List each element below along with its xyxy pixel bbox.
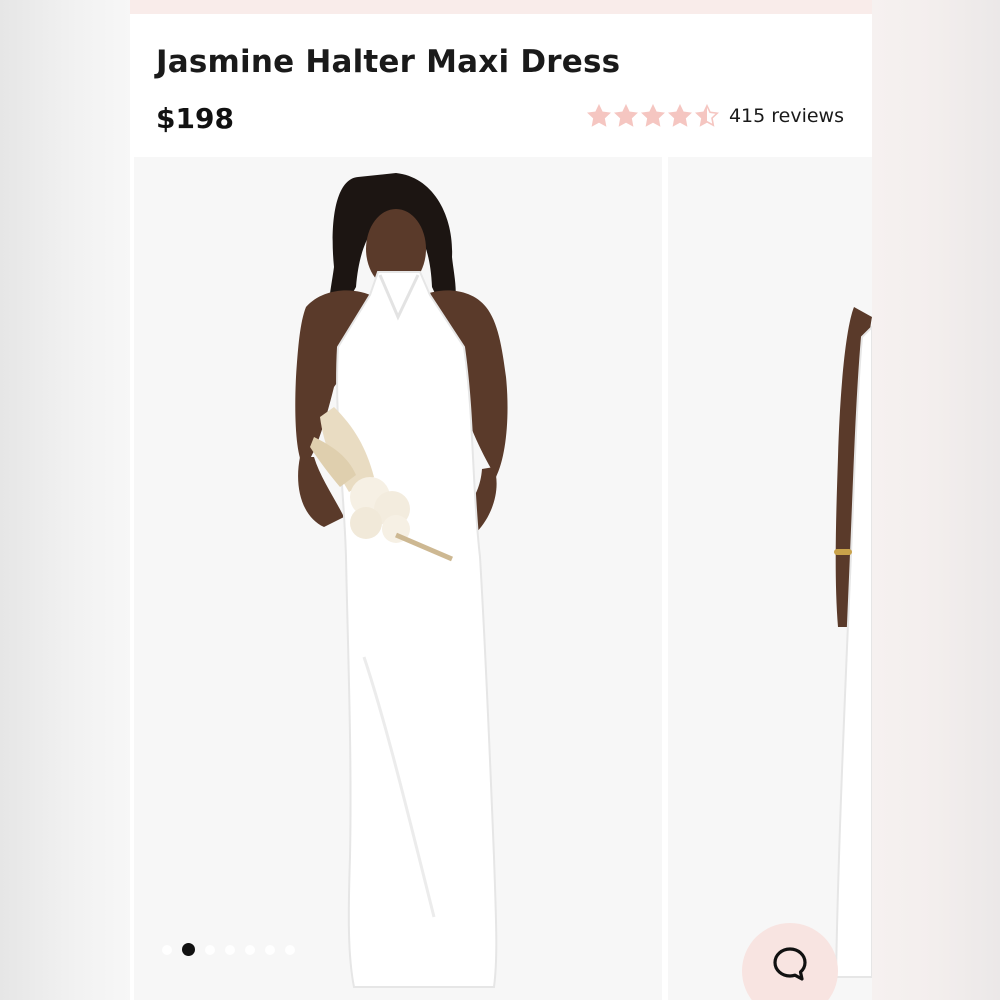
product-photo-next[interactable] <box>668 157 872 1000</box>
star-icon <box>694 104 719 127</box>
star-icon <box>613 104 638 127</box>
product-photo-main[interactable] <box>134 157 662 1000</box>
model-side-view-image <box>668 157 872 1000</box>
right-background <box>872 0 1000 1000</box>
pagination-dot[interactable] <box>245 944 255 955</box>
rating-stars <box>586 104 719 128</box>
product-page: Jasmine Halter Maxi Dress $198 415 revie… <box>130 0 872 1000</box>
gallery-pagination[interactable] <box>162 943 295 956</box>
chat-icon <box>771 945 809 987</box>
model-in-dress-image <box>134 157 662 1000</box>
top-banner-strip <box>130 0 872 14</box>
product-price: $198 <box>156 102 234 135</box>
star-icon <box>640 104 665 127</box>
review-count[interactable]: 415 reviews <box>729 105 844 127</box>
pagination-dot[interactable] <box>205 944 215 955</box>
star-icon <box>586 104 611 127</box>
left-background <box>0 0 130 1000</box>
image-gallery[interactable] <box>130 157 872 1000</box>
pagination-dot-active[interactable] <box>182 943 195 956</box>
product-rating[interactable]: 415 reviews <box>586 104 844 128</box>
star-icon <box>667 104 692 127</box>
pagination-dot[interactable] <box>265 944 275 955</box>
pagination-dot[interactable] <box>285 944 295 955</box>
product-title: Jasmine Halter Maxi Dress <box>156 44 621 80</box>
pagination-dot[interactable] <box>162 944 172 955</box>
pagination-dot[interactable] <box>225 944 235 955</box>
